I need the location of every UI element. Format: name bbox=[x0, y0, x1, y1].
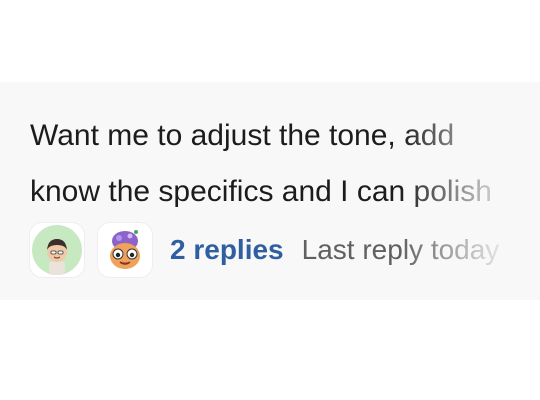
bot-avatar-icon bbox=[110, 230, 140, 269]
message-line-2: know the specifics and I can polish bbox=[30, 175, 492, 208]
replies-link[interactable]: 2 replies bbox=[170, 234, 284, 266]
thread-summary[interactable]: 2 replies Last reply today bbox=[30, 222, 499, 278]
bot-avatar[interactable] bbox=[98, 223, 152, 277]
user-avatar[interactable] bbox=[30, 223, 84, 277]
last-reply-timestamp: Last reply today bbox=[301, 234, 500, 265]
message-body: Want me to adjust the tone, add know the… bbox=[30, 108, 492, 220]
user-avatar-icon bbox=[32, 225, 82, 275]
message-line-1: Want me to adjust the tone, add bbox=[30, 119, 455, 152]
